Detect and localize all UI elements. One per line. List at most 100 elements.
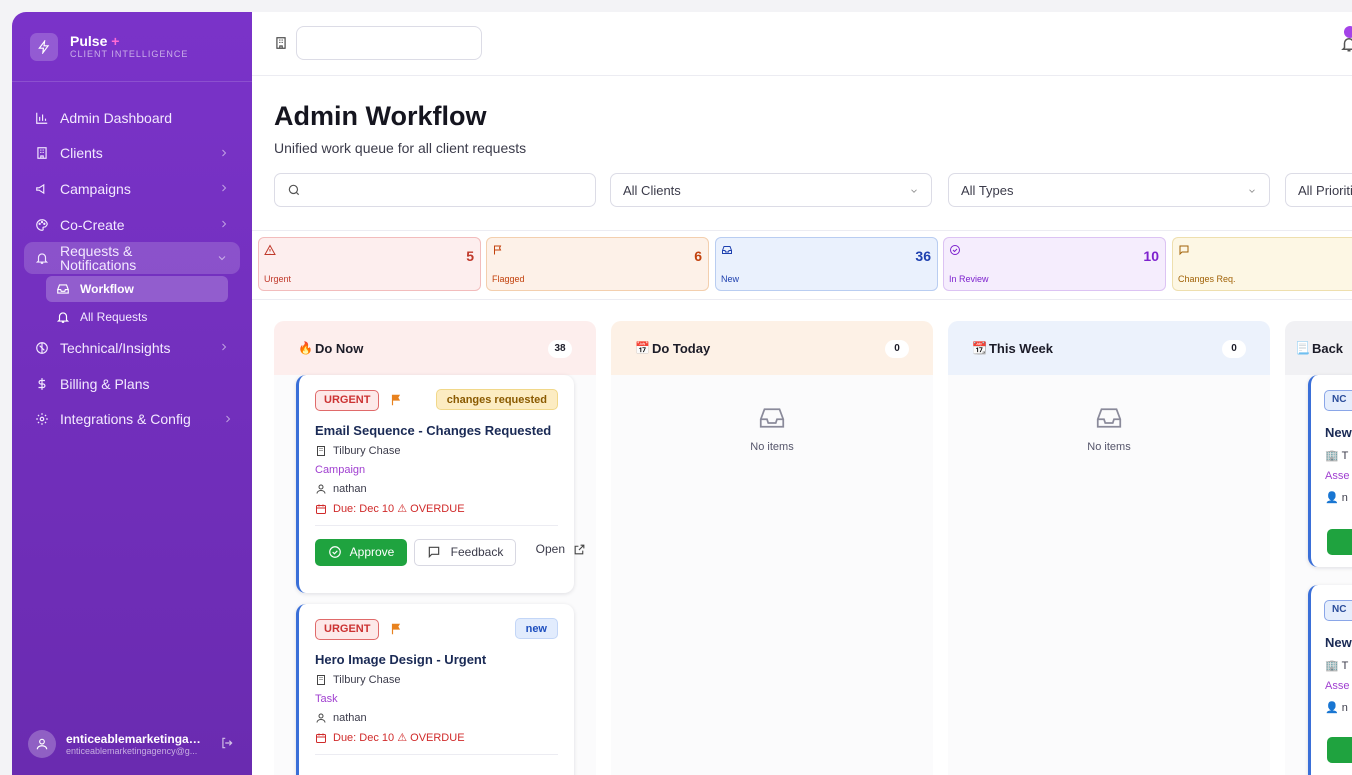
card-assignee: nathan [315,483,558,495]
request-card[interactable]: URGENT changes requested Email Sequence … [296,375,585,593]
column-title: This Week [988,340,1054,356]
search-input[interactable] [274,173,596,207]
sidebar-item-billing-plans[interactable]: Billing & Plans [12,366,252,402]
column-count: 0 [885,340,909,358]
megaphone-icon [34,181,50,197]
sidebar: Pulse + CLIENT INTELLIGENCE Admin Dashbo… [12,12,252,775]
request-card[interactable]: URGENT new Hero Image Design - Urgent Ti… [296,604,574,775]
chart-icon [34,110,50,126]
message-square-icon [1179,245,1189,256]
flag-icon[interactable] [389,393,403,407]
approve-button[interactable] [1327,737,1352,763]
stat-flagged[interactable]: 6 Flagged [486,237,709,291]
inbox-icon [57,284,69,295]
user-name: enticeablemarketingage... [66,731,206,746]
sidebar-item-technical-insights[interactable]: Technical/Insights [12,330,252,366]
inbox-icon [759,408,785,428]
chevron-right-icon [222,344,227,351]
chevron-down-icon [911,189,917,193]
flag-icon [494,245,502,255]
card-title[interactable]: Hero Image Design - Urgent [315,652,558,667]
approve-button[interactable] [1327,529,1352,555]
brand[interactable]: Pulse + CLIENT INTELLIGENCE [12,12,252,82]
sidebar-subitem-workflow[interactable]: Workflow [46,276,228,303]
brand-plus: + [111,32,120,49]
inbox-icon [1096,408,1122,428]
feedback-button[interactable]: Feedback [414,538,516,566]
priorities-filter-value: All Prioriti [1298,182,1352,198]
chevron-right-icon [222,184,227,192]
card-title[interactable]: Email Sequence - Changes Requested [315,423,558,438]
card-tags: URGENT new [315,618,558,640]
stat-new[interactable]: 36 New [715,237,938,291]
column-count: 0 [1222,340,1246,358]
calendar-icon: 📅 [635,341,650,355]
sidebar-item-requests-notifications[interactable]: Requests & Notifications [24,242,240,275]
card-client: Tilbury Chase [315,674,558,686]
stat-label: Urgent [264,274,292,284]
card-actions: Approve Feedback Open [315,526,585,578]
types-filter-select[interactable]: All Types [948,173,1270,207]
sidebar-item-label: Campaigns [60,180,131,197]
calendar-icon [316,733,326,743]
sidebar-item-integrations-config[interactable]: Integrations & Config [12,402,252,438]
chevron-right-icon [226,415,231,422]
chevron-down-icon [1249,189,1255,193]
sidebar-item-co-create[interactable]: Co-Create [12,207,252,243]
sidebar-item-campaigns[interactable]: Campaigns [12,171,252,207]
column-count: 38 [548,340,572,358]
logout-icon[interactable] [220,736,234,750]
sidebar-item-label: Integrations & Config [60,411,191,428]
fire-icon: 🔥 [298,341,313,355]
column-header: 🔥 Do Now 38 [274,321,596,375]
empty-state-text: No items [1087,441,1131,453]
sidebar-item-label: Technical/Insights [60,340,171,357]
user-profile[interactable]: enticeablemarketingage... enticeablemark… [12,712,252,775]
status-badge: NC [1324,600,1352,621]
document-icon: 📃 [1295,341,1310,355]
card-type: Asse [1325,680,1350,692]
sidebar-item-admin-dashboard[interactable]: Admin Dashboard [12,100,252,136]
overdue-label: ⚠ OVERDUE [397,503,465,515]
user-icon [316,484,326,494]
topbar [252,12,1352,76]
card-assignee: 👤 n [1325,492,1348,504]
external-link-icon [574,544,585,554]
stat-value: 5 [466,248,474,264]
card-client: 🏢 T [1325,660,1349,672]
empty-state-text: No items [750,441,794,453]
card-divider [315,754,558,755]
request-card[interactable]: NC New 🏢 T Asse 👤 n [1308,375,1352,567]
approve-button[interactable]: Approve [315,538,407,566]
column-title: Back [1311,340,1344,356]
column-do-today: 📅 Do Today 0 No items [611,321,933,775]
bell-icon [34,250,50,266]
priorities-filter-select[interactable]: All Prioriti [1285,173,1352,207]
building-icon [317,675,325,685]
sidebar-subitem-label: All Requests [80,310,148,325]
stat-urgent[interactable]: 5 Urgent [258,237,481,291]
sidebar-item-clients[interactable]: Clients [12,136,252,172]
message-square-icon [428,546,439,559]
request-card[interactable]: NC New 🏢 T Asse 👤 n [1308,585,1352,775]
client-selector-input[interactable] [296,26,482,60]
overdue-label: ⚠ OVERDUE [397,732,465,744]
stat-changes-requested[interactable]: Changes Req. [1172,237,1352,291]
user-icon [316,713,326,723]
sidebar-item-label: Co-Create [60,216,125,233]
stat-label: Changes Req. [1178,274,1236,284]
stat-in-review[interactable]: 10 In Review [943,237,1166,291]
priority-badge: URGENT [315,618,380,640]
sidebar-subitem-all-requests[interactable]: All Requests [46,304,228,330]
column-header: 📅 Do Today 0 [611,321,933,375]
flag-icon[interactable] [389,622,403,636]
card-client: Tilbury Chase [315,445,558,457]
clients-filter-select[interactable]: All Clients [610,173,932,207]
clients-filter-value: All Clients [623,182,681,198]
sidebar-item-label: Billing & Plans [60,375,150,392]
open-button[interactable]: Open [536,542,586,556]
compass-icon [34,340,50,356]
column-this-week: 📆 This Week 0 No items [948,321,1270,775]
alert-triangle-icon [264,244,276,255]
page-title: Admin Workflow [274,101,487,131]
